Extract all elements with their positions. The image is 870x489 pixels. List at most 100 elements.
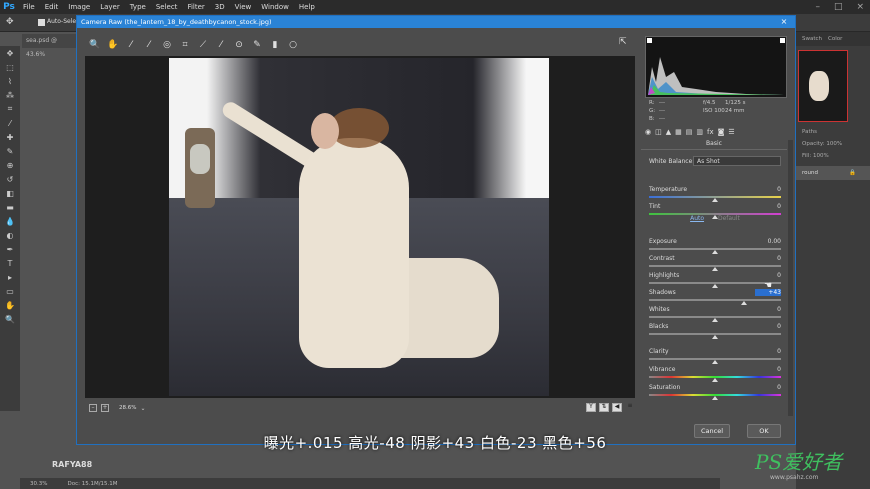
highlight-clip-icon[interactable] <box>780 38 785 43</box>
shadows-slider-thumb[interactable] <box>741 301 748 305</box>
targeted-adjustment-icon[interactable]: ◎ <box>161 39 173 51</box>
gradient-tool-icon[interactable]: ▬ <box>0 200 20 214</box>
document-tab[interactable]: sea.psd @ 43.6% <box>22 34 78 58</box>
eraser-tool-icon[interactable]: ◧ <box>0 186 20 200</box>
hand-tool-icon[interactable]: ✋ <box>0 298 20 312</box>
stamp-tool-icon[interactable]: ⊕ <box>0 158 20 172</box>
blur-tool-icon[interactable]: 💧 <box>0 214 20 228</box>
lens-tab-icon[interactable]: ▥ <box>696 128 703 136</box>
type-tool-icon[interactable]: T <box>0 256 20 270</box>
crop-tool-icon[interactable]: ⌗ <box>0 102 20 116</box>
white-balance-tool-icon[interactable]: ⁄ <box>125 39 137 51</box>
spot-removal-icon[interactable]: ⁄ <box>215 39 227 51</box>
tint-value[interactable]: 0 <box>755 203 781 210</box>
crop-tool-icon[interactable]: ⌗ <box>179 39 191 51</box>
temperature-value[interactable]: 0 <box>755 186 781 193</box>
healing-tool-icon[interactable]: ✚ <box>0 130 20 144</box>
menu-item-view[interactable]: View <box>230 0 257 14</box>
contrast-value[interactable]: 0 <box>755 255 781 262</box>
auto-select-checkbox[interactable] <box>38 19 45 26</box>
menu-item-select[interactable]: Select <box>151 0 183 14</box>
zoom-out-icon[interactable]: – <box>89 404 97 412</box>
white-balance-select[interactable]: As Shot <box>693 156 781 166</box>
zoom-tool-icon[interactable]: 🔍 <box>89 39 101 51</box>
shape-tool-icon[interactable]: ▭ <box>0 284 20 298</box>
adjustment-brush-icon[interactable]: ✎ <box>251 39 263 51</box>
quick-select-tool-icon[interactable]: ⁂ <box>0 88 20 102</box>
open-preferences-icon[interactable]: ⇱ <box>619 37 633 51</box>
basic-tab-icon[interactable]: ◉ <box>645 128 651 136</box>
exposure-slider-thumb[interactable] <box>712 250 718 254</box>
maximize-icon[interactable]: □ <box>834 2 843 12</box>
menu-item-3d[interactable]: 3D <box>210 0 230 14</box>
hsl-tab-icon[interactable]: ▦ <box>675 128 682 136</box>
default-link[interactable]: Default <box>718 215 740 222</box>
temperature-slider-thumb[interactable] <box>712 198 718 202</box>
chevron-down-icon[interactable]: ⌄ <box>140 405 145 412</box>
copy-settings-icon[interactable]: ◀ <box>612 403 622 412</box>
contrast-slider-thumb[interactable] <box>712 267 718 271</box>
move-tool-icon[interactable]: ✥ <box>0 46 20 60</box>
menu-item-file[interactable]: File <box>18 0 40 14</box>
menu-item-type[interactable]: Type <box>125 0 151 14</box>
graduated-filter-icon[interactable]: ▮ <box>269 39 281 51</box>
opacity-value[interactable]: 100% <box>826 141 842 147</box>
highlights-slider-thumb[interactable] <box>712 284 718 288</box>
path-select-tool-icon[interactable]: ▸ <box>0 270 20 284</box>
hand-tool-icon[interactable]: ✋ <box>107 39 119 51</box>
highlights-value[interactable]: 0 <box>755 272 781 279</box>
saturation-slider-thumb[interactable] <box>712 396 718 400</box>
tab-swatches[interactable]: Swatch <box>802 36 822 42</box>
shadows-slider-track[interactable] <box>649 299 781 301</box>
marquee-tool-icon[interactable]: ⬚ <box>0 60 20 74</box>
zoom-tool-icon[interactable]: 🔍 <box>0 312 20 326</box>
menu-item-filter[interactable]: Filter <box>182 0 209 14</box>
color-sampler-tool-icon[interactable]: ⁄ <box>143 39 155 51</box>
view-mode-icon[interactable]: Y <box>586 403 596 412</box>
dodge-tool-icon[interactable]: ◐ <box>0 228 20 242</box>
brush-tool-icon[interactable]: ✎ <box>0 144 20 158</box>
vibrance-slider-thumb[interactable] <box>712 378 718 382</box>
close-icon[interactable]: × <box>856 2 864 12</box>
whites-slider-thumb[interactable] <box>712 318 718 322</box>
swap-icon[interactable]: ⇅ <box>599 403 609 412</box>
blacks-value[interactable]: 0 <box>755 323 781 330</box>
fill-value[interactable]: 100% <box>813 153 829 159</box>
menu-item-help[interactable]: Help <box>294 0 320 14</box>
panel-scrollbar[interactable] <box>788 140 793 416</box>
blacks-slider-thumb[interactable] <box>712 335 718 339</box>
history-brush-tool-icon[interactable]: ↺ <box>0 172 20 186</box>
preview-settings-icon[interactable]: ≡ <box>625 403 635 412</box>
red-eye-icon[interactable]: ⊙ <box>233 39 245 51</box>
clarity-slider-thumb[interactable] <box>712 360 718 364</box>
menu-item-image[interactable]: Image <box>63 0 95 14</box>
eyedropper-tool-icon[interactable]: ⁄ <box>0 116 20 130</box>
tab-color[interactable]: Color <box>828 36 842 42</box>
camera-calibration-tab-icon[interactable]: ◙ <box>718 128 725 136</box>
auto-link[interactable]: Auto <box>690 215 704 222</box>
minimize-icon[interactable]: – <box>815 2 820 12</box>
paths-tab[interactable]: Paths <box>796 126 870 138</box>
tone-curve-tab-icon[interactable]: ◫ <box>655 128 662 136</box>
menu-item-edit[interactable]: Edit <box>40 0 64 14</box>
saturation-value[interactable]: 0 <box>755 384 781 391</box>
layer-row[interactable]: round 🔒 <box>796 166 870 180</box>
zoom-level[interactable]: 28.6% <box>119 405 136 411</box>
shadow-clip-icon[interactable] <box>647 38 652 43</box>
clarity-value[interactable]: 0 <box>755 348 781 355</box>
split-toning-tab-icon[interactable]: ▤ <box>686 128 693 136</box>
exposure-value[interactable]: 0.00 <box>755 238 781 245</box>
move-tool-icon[interactable]: ✥ <box>6 17 14 27</box>
menu-item-window[interactable]: Window <box>256 0 294 14</box>
radial-filter-icon[interactable]: ○ <box>287 39 299 51</box>
zoom-in-icon[interactable]: + <box>101 404 109 412</box>
menu-item-layer[interactable]: Layer <box>95 0 125 14</box>
presets-tab-icon[interactable]: ☰ <box>728 128 734 136</box>
detail-tab-icon[interactable]: ▲ <box>666 128 671 136</box>
dialog-close-icon[interactable]: × <box>773 16 795 28</box>
lasso-tool-icon[interactable]: ⌇ <box>0 74 20 88</box>
image-preview[interactable] <box>85 56 635 398</box>
vibrance-value[interactable]: 0 <box>755 366 781 373</box>
pen-tool-icon[interactable]: ✒ <box>0 242 20 256</box>
whites-value[interactable]: 0 <box>755 306 781 313</box>
